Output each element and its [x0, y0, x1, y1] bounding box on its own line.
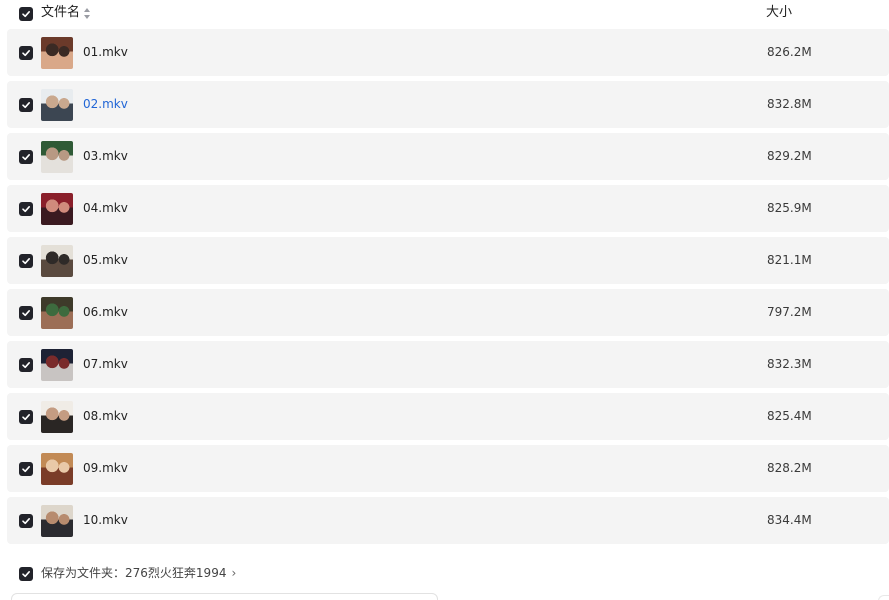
bottom-input-edge	[11, 593, 438, 600]
file-list: 01.mkv 826.2M 02.mkv 832.8M 03.mkv 829.2M 04.m…	[7, 29, 889, 549]
file-checkbox[interactable]	[19, 514, 33, 528]
file-size: 826.2M	[767, 45, 812, 59]
video-thumbnail	[41, 349, 73, 381]
file-row[interactable]: 01.mkv 826.2M	[7, 29, 889, 76]
file-size: 797.2M	[767, 305, 812, 319]
chevron-right-icon[interactable]: ›	[231, 566, 236, 580]
check-icon	[22, 310, 30, 317]
check-icon	[22, 50, 30, 57]
file-size: 832.8M	[767, 97, 812, 111]
video-thumbnail	[41, 245, 73, 277]
bottom-right-edge	[878, 595, 889, 600]
check-icon	[22, 414, 30, 421]
file-name[interactable]: 02.mkv	[83, 96, 128, 112]
video-thumbnail	[41, 401, 73, 433]
file-size: 821.1M	[767, 253, 812, 267]
file-name[interactable]: 01.mkv	[83, 44, 128, 60]
file-name[interactable]: 05.mkv	[83, 252, 128, 268]
file-list-panel: 文件名 大小 01.mkv 826.2M 02.mkv 832.8M 03.mkv 829…	[0, 0, 889, 600]
check-icon	[22, 206, 30, 213]
file-name[interactable]: 04.mkv	[83, 200, 128, 216]
save-folder-bar: 保存为文件夹：276烈火狂奔1994 ›	[0, 553, 889, 600]
filename-column-header[interactable]: 文件名	[41, 4, 91, 22]
video-thumbnail	[41, 453, 73, 485]
size-column-header: 大小	[766, 5, 793, 20]
file-row[interactable]: 04.mkv 825.9M	[7, 185, 889, 232]
check-icon	[22, 466, 30, 473]
file-checkbox[interactable]	[19, 462, 33, 476]
video-thumbnail	[41, 193, 73, 225]
file-size: 825.4M	[767, 409, 812, 423]
file-name[interactable]: 07.mkv	[83, 356, 128, 372]
video-thumbnail	[41, 505, 73, 537]
folder-name: 276烈火狂奔1994	[125, 566, 227, 580]
video-thumbnail	[41, 141, 73, 173]
check-icon	[22, 362, 30, 369]
select-all-checkbox[interactable]	[19, 7, 33, 21]
video-thumbnail	[41, 89, 73, 121]
file-checkbox[interactable]	[19, 410, 33, 424]
check-icon	[22, 571, 30, 578]
file-checkbox[interactable]	[19, 150, 33, 164]
save-as-folder-label: 保存为文件夹：	[41, 566, 126, 580]
file-size: 825.9M	[767, 201, 812, 215]
file-row[interactable]: 05.mkv 821.1M	[7, 237, 889, 284]
check-icon	[22, 11, 30, 18]
file-checkbox[interactable]	[19, 306, 33, 320]
file-row[interactable]: 02.mkv 832.8M	[7, 81, 889, 128]
file-row[interactable]: 03.mkv 829.2M	[7, 133, 889, 180]
file-name[interactable]: 09.mkv	[83, 460, 128, 476]
file-name[interactable]: 06.mkv	[83, 304, 128, 320]
file-checkbox[interactable]	[19, 46, 33, 60]
filename-header-label: 文件名	[41, 5, 81, 20]
file-size: 834.4M	[767, 513, 812, 527]
sort-icon[interactable]	[84, 7, 91, 19]
file-checkbox[interactable]	[19, 358, 33, 372]
file-size: 829.2M	[767, 149, 812, 163]
check-icon	[22, 258, 30, 265]
file-checkbox[interactable]	[19, 254, 33, 268]
file-row[interactable]: 08.mkv 825.4M	[7, 393, 889, 440]
file-checkbox[interactable]	[19, 202, 33, 216]
file-name[interactable]: 03.mkv	[83, 148, 128, 164]
save-as-folder-option[interactable]: 保存为文件夹：276烈火狂奔1994 ›	[41, 565, 236, 581]
save-as-folder-checkbox[interactable]	[19, 567, 33, 581]
file-row[interactable]: 06.mkv 797.2M	[7, 289, 889, 336]
video-thumbnail	[41, 37, 73, 69]
check-icon	[22, 154, 30, 161]
file-checkbox[interactable]	[19, 98, 33, 112]
video-thumbnail	[41, 297, 73, 329]
file-size: 832.3M	[767, 357, 812, 371]
check-icon	[22, 102, 30, 109]
file-size: 828.2M	[767, 461, 812, 475]
file-row[interactable]: 09.mkv 828.2M	[7, 445, 889, 492]
check-icon	[22, 518, 30, 525]
list-header: 文件名 大小	[0, 0, 889, 28]
file-row[interactable]: 07.mkv 832.3M	[7, 341, 889, 388]
file-name[interactable]: 08.mkv	[83, 408, 128, 424]
file-row[interactable]: 10.mkv 834.4M	[7, 497, 889, 544]
file-name[interactable]: 10.mkv	[83, 512, 128, 528]
